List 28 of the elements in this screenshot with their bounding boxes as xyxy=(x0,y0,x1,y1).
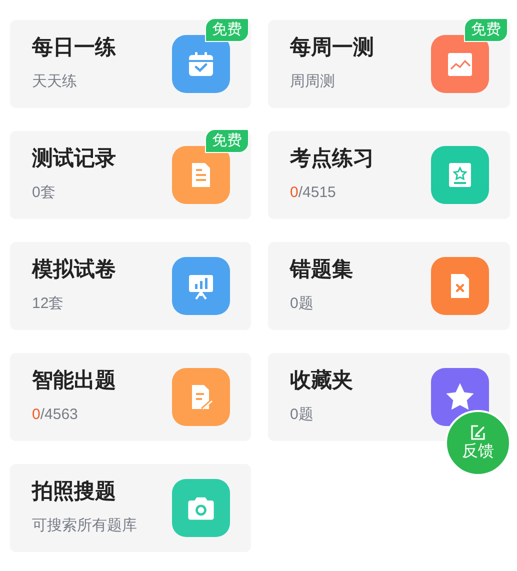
feature-card[interactable]: 测试记录 0套 免费 xyxy=(10,131,251,219)
edit-icon xyxy=(469,424,487,442)
calendar-check-icon xyxy=(186,49,216,79)
free-badge: 免费 xyxy=(205,18,249,42)
card-subtitle: 周周测 xyxy=(290,72,336,92)
feature-card[interactable]: 收藏夹 0题 xyxy=(268,353,510,441)
card-subtitle: 0题 xyxy=(290,404,314,425)
feature-card[interactable]: 每日一练 天天练 免费 xyxy=(10,20,251,108)
card-title: 每日一练 xyxy=(32,34,116,61)
card-subtitle: 12套 xyxy=(32,294,65,314)
feature-card[interactable]: 拍照搜题 可搜索所有题库 xyxy=(10,464,251,552)
card-title: 测试记录 xyxy=(32,146,116,172)
card-title: 错题集 xyxy=(290,256,353,283)
card-subtitle: 0套 xyxy=(32,182,56,203)
free-badge: 免费 xyxy=(205,129,249,153)
feature-card[interactable]: 模拟试卷 12套 xyxy=(10,242,251,330)
card-title: 拍照搜题 xyxy=(32,478,117,505)
card-title: 每周一测 xyxy=(290,34,374,61)
card-title: 模拟试卷 xyxy=(32,256,116,283)
free-badge: 免费 xyxy=(464,18,508,42)
card-title: 收藏夹 xyxy=(290,368,353,394)
card-title: 考点练习 xyxy=(290,146,374,172)
card-subtitle: 0题 xyxy=(290,294,314,314)
feature-card[interactable]: 每周一测 周周测 免费 xyxy=(268,20,510,108)
card-subtitle: 天天练 xyxy=(32,72,78,92)
card-subtitle: 可搜索所有题库 xyxy=(32,516,137,536)
card-title: 智能出题 xyxy=(32,368,116,394)
feature-card[interactable]: 错题集 0题 xyxy=(268,242,510,330)
